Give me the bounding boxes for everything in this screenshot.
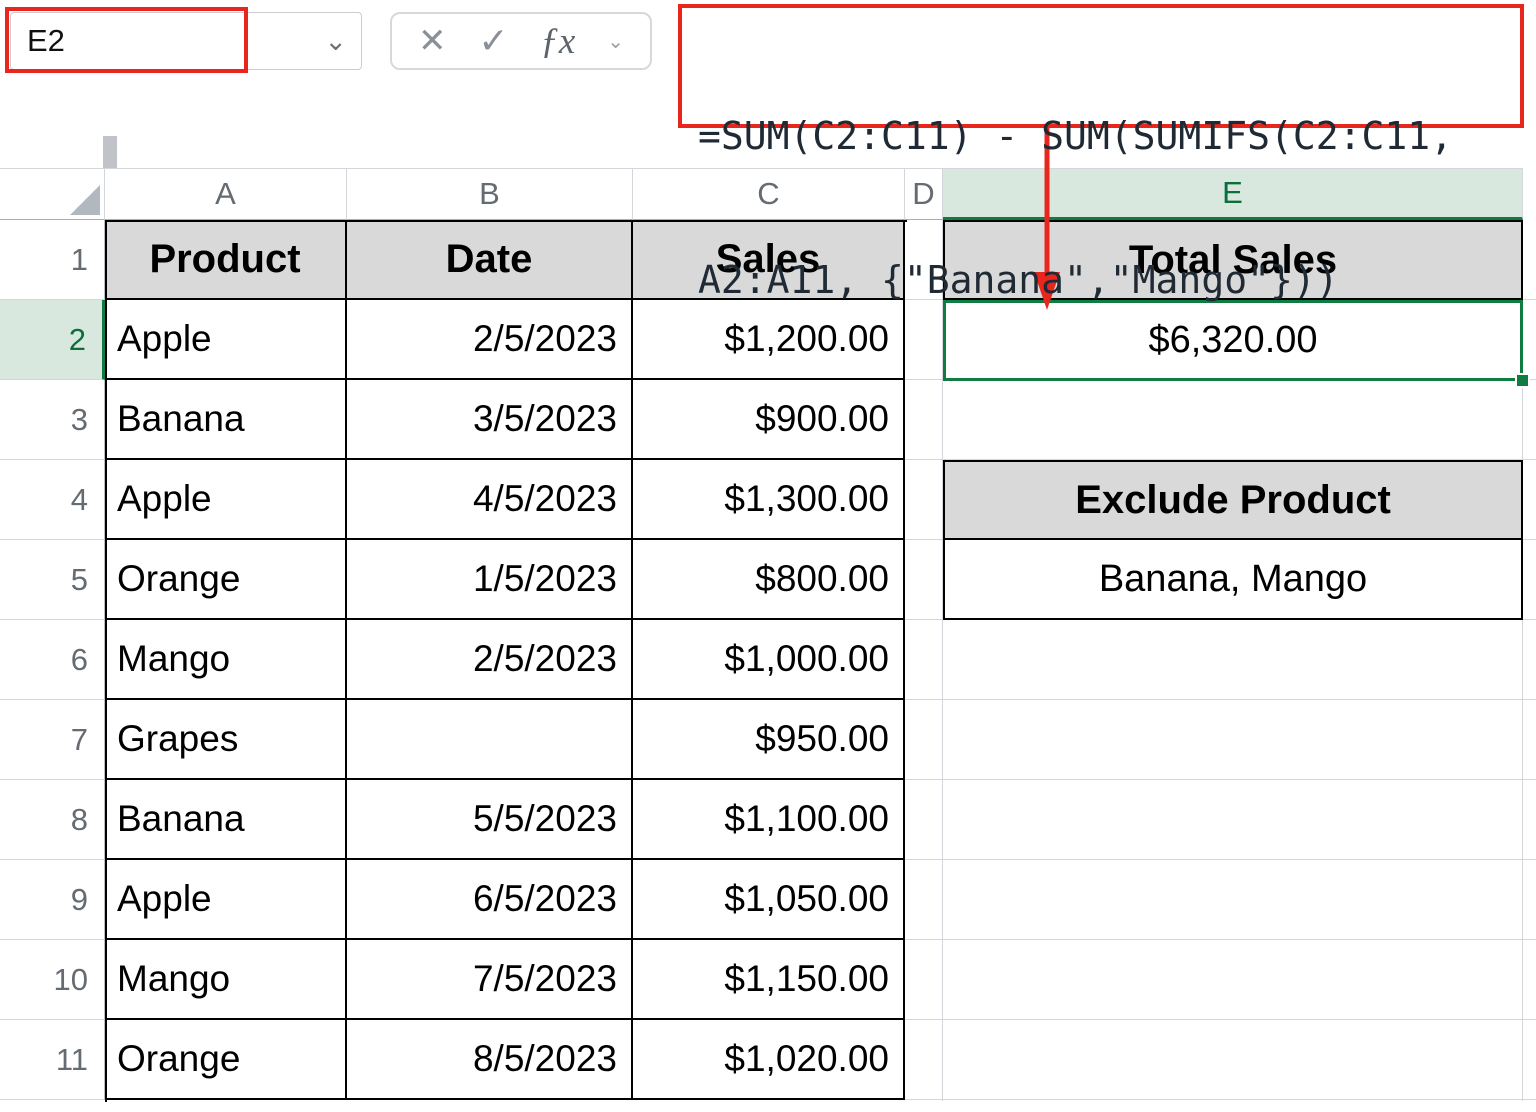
cell-b4[interactable]: 4/5/2023 <box>347 460 633 540</box>
row-header-10[interactable]: 10 <box>0 940 105 1020</box>
row-header-9[interactable]: 9 <box>0 860 105 940</box>
column-header-a[interactable]: A <box>105 168 347 220</box>
cell-b6[interactable]: 2/5/2023 <box>347 620 633 700</box>
row-header-5[interactable]: 5 <box>0 540 105 620</box>
formula-line-2: A2:A11, {"Banana","Mango"})) <box>698 258 1339 302</box>
cell-a10[interactable]: Mango <box>105 940 347 1020</box>
cell-c10[interactable]: $1,150.00 <box>633 940 905 1020</box>
select-all-corner[interactable] <box>0 168 105 220</box>
cell-c9[interactable]: $1,050.00 <box>633 860 905 940</box>
cell-a2[interactable]: Apple <box>105 300 347 380</box>
formula-line-1: =SUM(C2:C11) - SUM(SUMIFS(C2:C11, <box>698 114 1453 158</box>
name-box[interactable]: E2 ⌄ <box>10 12 362 70</box>
column-header-b[interactable]: B <box>347 168 633 220</box>
row-header-2-selected[interactable]: 2 <box>0 300 105 380</box>
name-box-value: E2 <box>27 23 65 58</box>
row-header-1[interactable]: 1 <box>0 220 105 300</box>
cell-c4[interactable]: $1,300.00 <box>633 460 905 540</box>
row-header-11[interactable]: 11 <box>0 1020 105 1100</box>
excel-window: E2 ⌄ ✕ ✓ ƒx ⌄ =SUM(C2:C11) - SUM(SUMIFS(… <box>0 0 1536 1112</box>
row-header-6[interactable]: 6 <box>0 620 105 700</box>
formula-bar-buttons: ✕ ✓ ƒx ⌄ <box>390 12 652 70</box>
formula-highlight-box: =SUM(C2:C11) - SUM(SUMIFS(C2:C11, A2:A11… <box>678 4 1524 302</box>
fx-dropdown-icon[interactable]: ⌄ <box>607 29 624 54</box>
row-header-3[interactable]: 3 <box>0 380 105 460</box>
cell-c6[interactable]: $1,000.00 <box>633 620 905 700</box>
cell-a11[interactable]: Orange <box>105 1020 347 1100</box>
cell-b3[interactable]: 3/5/2023 <box>347 380 633 460</box>
cell-b10[interactable]: 7/5/2023 <box>347 940 633 1020</box>
cell-b1-date-header[interactable]: Date <box>347 220 633 300</box>
cell-a8[interactable]: Banana <box>105 780 347 860</box>
cell-a4[interactable]: Apple <box>105 460 347 540</box>
insert-function-icon[interactable]: ƒx <box>540 20 575 63</box>
cell-b7[interactable] <box>347 700 633 780</box>
select-all-triangle-icon <box>70 185 100 215</box>
name-box-dropdown-icon[interactable]: ⌄ <box>324 27 347 55</box>
cell-c5[interactable]: $800.00 <box>633 540 905 620</box>
cell-b2[interactable]: 2/5/2023 <box>347 300 633 380</box>
cell-e4-exclude-product-header[interactable]: Exclude Product <box>943 460 1523 540</box>
cell-a7[interactable]: Grapes <box>105 700 347 780</box>
cell-b11[interactable]: 8/5/2023 <box>347 1020 633 1100</box>
cell-c11[interactable]: $1,020.00 <box>633 1020 905 1100</box>
cancel-icon[interactable]: ✕ <box>418 21 447 61</box>
confirm-icon[interactable]: ✓ <box>478 20 508 62</box>
row-header-7[interactable]: 7 <box>0 700 105 780</box>
cell-a3[interactable]: Banana <box>105 380 347 460</box>
cell-a1-product-header[interactable]: Product <box>105 220 347 300</box>
cell-a5[interactable]: Orange <box>105 540 347 620</box>
cell-c7[interactable]: $950.00 <box>633 700 905 780</box>
row-header-8[interactable]: 8 <box>0 780 105 860</box>
cell-b9[interactable]: 6/5/2023 <box>347 860 633 940</box>
cell-a6[interactable]: Mango <box>105 620 347 700</box>
cell-a9[interactable]: Apple <box>105 860 347 940</box>
row-header-4[interactable]: 4 <box>0 460 105 540</box>
formula-input[interactable]: =SUM(C2:C11) - SUM(SUMIFS(C2:C11, A2:A11… <box>682 8 1520 400</box>
cell-b5[interactable]: 1/5/2023 <box>347 540 633 620</box>
cell-b8[interactable]: 5/5/2023 <box>347 780 633 860</box>
cell-c8[interactable]: $1,100.00 <box>633 780 905 860</box>
cell-e5-exclude-product-value[interactable]: Banana, Mango <box>943 540 1523 620</box>
